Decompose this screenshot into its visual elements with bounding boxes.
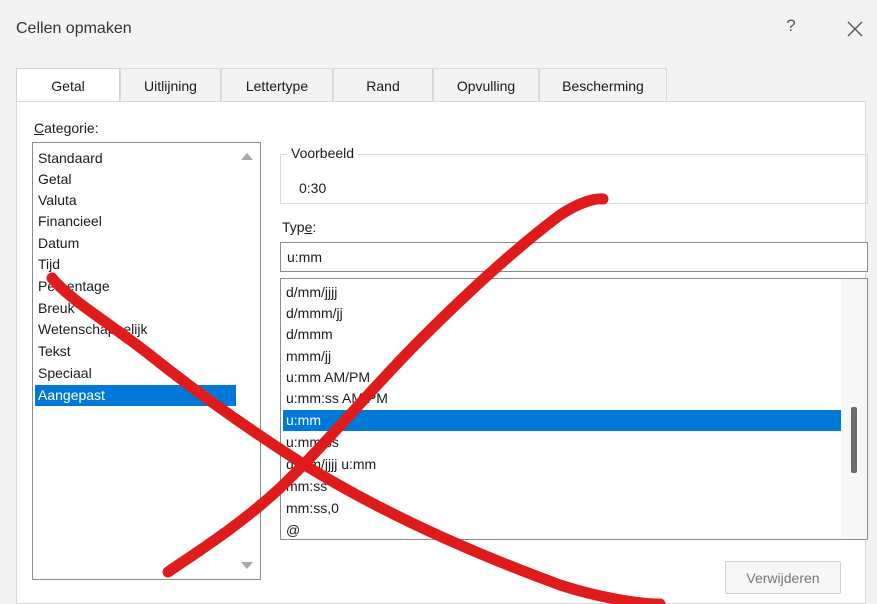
category-item-breuk[interactable]: Breuk bbox=[35, 298, 236, 319]
scroll-down-arrow-icon[interactable] bbox=[241, 562, 253, 569]
type-label: Type: bbox=[282, 219, 317, 235]
format-scrollbar-thumb[interactable] bbox=[851, 407, 857, 473]
tab-lettertype[interactable]: Lettertype bbox=[221, 68, 333, 102]
category-item-percentage[interactable]: Percentage bbox=[35, 276, 236, 297]
category-item-getal[interactable]: Getal bbox=[35, 169, 236, 190]
tab-opvulling[interactable]: Opvulling bbox=[433, 68, 539, 102]
category-item-tijd[interactable]: Tijd bbox=[35, 254, 236, 275]
preview-value: 0:30 bbox=[299, 180, 327, 196]
category-item-speciaal[interactable]: Speciaal bbox=[35, 363, 236, 384]
format-item[interactable]: d/mm/jjjj bbox=[283, 282, 842, 303]
category-item-tekst[interactable]: Tekst bbox=[35, 341, 236, 362]
category-item-standaard[interactable]: Standaard bbox=[35, 148, 236, 169]
tab-bescherming[interactable]: Bescherming bbox=[539, 68, 667, 102]
category-item-wetenschappelijk[interactable]: Wetenschappelijk bbox=[35, 319, 236, 340]
format-item[interactable]: d/mm/jjjj u:mm bbox=[283, 454, 842, 475]
category-label: Categorie: bbox=[34, 120, 99, 136]
format-scrollbar[interactable] bbox=[841, 279, 867, 539]
format-item[interactable]: mm:ss bbox=[283, 476, 842, 497]
delete-button[interactable]: Verwijderen bbox=[725, 561, 841, 594]
tab-rand[interactable]: Rand bbox=[333, 68, 433, 102]
category-item-financieel[interactable]: Financieel bbox=[35, 211, 236, 232]
category-item-aangepast[interactable]: Aangepast bbox=[35, 385, 236, 406]
category-scrollbar[interactable] bbox=[234, 143, 260, 579]
category-item-datum[interactable]: Datum bbox=[35, 233, 236, 254]
format-item[interactable]: d/mmm/jj bbox=[283, 303, 842, 324]
category-list[interactable]: Standaard Getal Valuta Financieel Datum … bbox=[32, 142, 261, 580]
scroll-up-arrow-icon[interactable] bbox=[241, 153, 253, 160]
format-item[interactable]: mm:ss,0 bbox=[283, 498, 842, 519]
category-item-valuta[interactable]: Valuta bbox=[35, 190, 236, 211]
preview-group bbox=[280, 154, 868, 204]
format-list[interactable]: d/mm/jjjj d/mmm/jj d/mmm mmm/jj u:mm AM/… bbox=[280, 278, 868, 540]
type-input[interactable] bbox=[280, 242, 868, 272]
title-bar: Cellen opmaken ? bbox=[0, 0, 877, 62]
format-item[interactable]: u:mm:ss AM/PM bbox=[283, 388, 842, 409]
tab-bar: Getal Uitlijning Lettertype Rand Opvulli… bbox=[16, 68, 866, 102]
format-item[interactable]: d/mmm bbox=[283, 324, 842, 345]
close-icon[interactable] bbox=[840, 14, 870, 44]
format-item[interactable]: u:mm AM/PM bbox=[283, 367, 842, 388]
format-item[interactable]: u:mm:ss bbox=[283, 432, 842, 453]
tab-uitlijning[interactable]: Uitlijning bbox=[120, 68, 221, 102]
format-item[interactable]: @ bbox=[283, 520, 842, 539]
format-item[interactable]: mmm/jj bbox=[283, 346, 842, 367]
tab-getal[interactable]: Getal bbox=[16, 68, 120, 102]
preview-legend: Voorbeeld bbox=[287, 145, 359, 161]
dialog-title: Cellen opmaken bbox=[16, 20, 132, 37]
help-button[interactable]: ? bbox=[780, 16, 802, 42]
format-item-selected[interactable]: u:mm bbox=[283, 410, 842, 431]
